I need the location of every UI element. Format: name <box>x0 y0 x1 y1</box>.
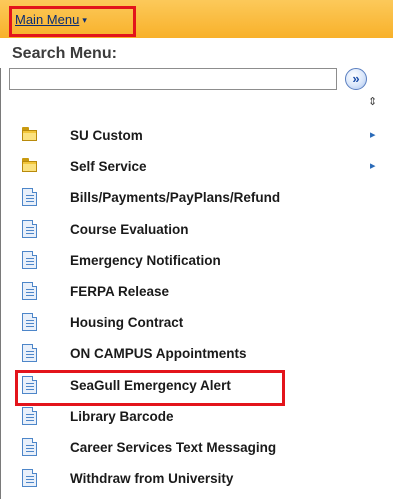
chevron-down-icon: ▾ <box>82 15 87 25</box>
double-chevron-right-icon: » <box>352 71 360 86</box>
menu-item-label: Bills/Payments/PayPlans/Refund <box>70 190 281 206</box>
page-icon <box>22 437 37 456</box>
menu-item[interactable]: Career Services Text Messaging <box>0 432 393 463</box>
folder-icon <box>22 126 37 144</box>
folder-icon <box>22 157 37 175</box>
chevron-right-icon[interactable]: ▸ <box>370 159 376 172</box>
sort-icon[interactable]: ⇕ <box>368 97 377 108</box>
main-menu-dropdown[interactable]: Main Menu ▾ <box>15 12 87 27</box>
menu-item[interactable]: Bills/Payments/PayPlans/Refund <box>0 182 393 213</box>
menu-item[interactable]: Emergency Notification <box>0 245 393 276</box>
page-icon <box>22 219 37 238</box>
page-icon <box>22 313 37 332</box>
menu-item-label: FERPA Release <box>70 283 170 299</box>
search-go-button[interactable]: » <box>345 68 367 90</box>
menu-item[interactable]: Housing Contract <box>0 307 393 338</box>
menu-item-label: Career Services Text Messaging <box>70 439 277 455</box>
main-menu-label: Main Menu <box>15 12 80 27</box>
menu-item[interactable]: Withdraw from University <box>0 463 393 494</box>
chevron-right-icon[interactable]: ▸ <box>370 128 376 141</box>
menu-item[interactable]: FERPA Release <box>0 276 393 307</box>
menu-item[interactable]: ON CAMPUS Appointments <box>0 338 393 369</box>
menu-item-label: Course Evaluation <box>70 221 189 237</box>
menu-item[interactable]: Self Service ▸ <box>0 151 393 182</box>
menu-item-label: Emergency Notification <box>70 252 221 268</box>
page-icon <box>22 188 37 207</box>
menu-item-label: Library Barcode <box>70 408 174 424</box>
search-menu-label: Search Menu: <box>12 45 117 62</box>
menu-item-label: SU Custom <box>70 128 143 143</box>
page-icon <box>22 250 37 269</box>
menu-item[interactable]: Course Evaluation <box>0 214 393 245</box>
page-icon <box>22 344 37 363</box>
menu-item-label: Housing Contract <box>70 315 184 331</box>
menu-item[interactable]: SU Custom ▸ <box>0 120 393 151</box>
menu-item-label: Self Service <box>70 159 147 175</box>
menu-item-label: ON CAMPUS Appointments <box>70 346 247 362</box>
seagull-highlight-box <box>15 370 285 406</box>
search-input[interactable] <box>9 68 337 90</box>
page-icon <box>22 406 37 425</box>
page-icon <box>22 281 37 300</box>
menu-item-label: Withdraw from University <box>70 471 234 487</box>
page-icon <box>22 469 37 488</box>
menu-list: SU Custom ▸ Self Service ▸ Bills/Payments/Pa… <box>0 120 393 494</box>
